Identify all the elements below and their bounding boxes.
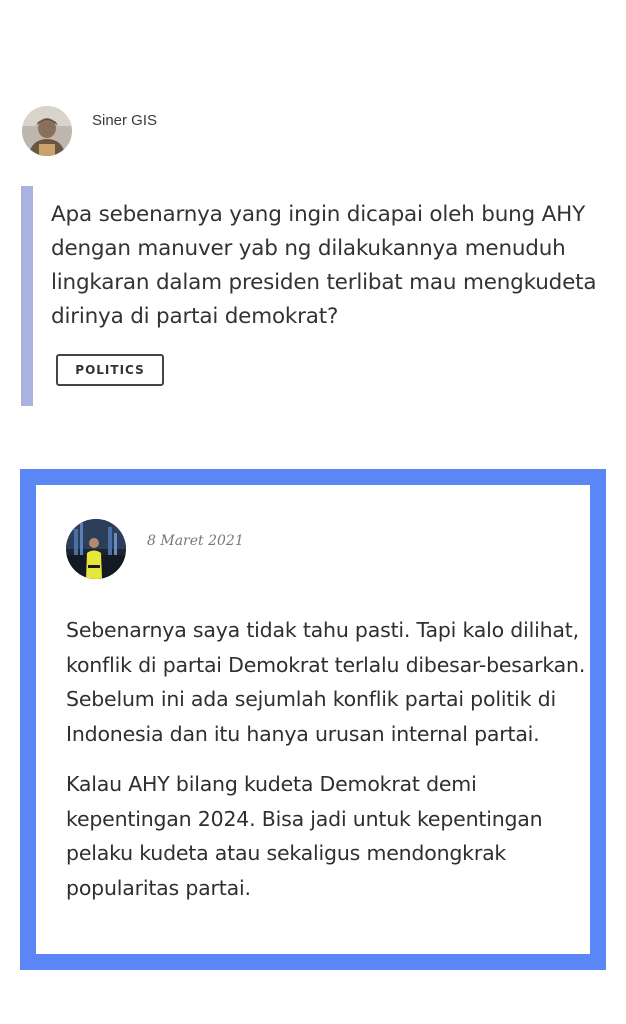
question-author: Siner GIS [22, 106, 157, 156]
answer-date: 8 Maret 2021 [147, 533, 244, 549]
answer-paragraph: Sebenarnya saya tidak tahu pasti. Tapi k… [66, 618, 586, 746]
answer-card: 8 Maret 2021 Sebenarnya saya tidak tahu … [20, 469, 606, 970]
answer-body: Sebenarnya saya tidak tahu pasti. Tapi k… [66, 613, 586, 921]
user-avatar-icon [22, 106, 72, 156]
question-block: Apa sebenarnya yang ingin dicapai oleh b… [21, 186, 611, 406]
question-accent-bar [21, 186, 33, 406]
answerer-avatar[interactable] [66, 519, 126, 579]
user-avatar-icon [66, 519, 126, 579]
author-name[interactable]: Siner GIS [92, 112, 157, 129]
answer-paragraph: Kalau AHY bilang kudeta Demokrat demi ke… [66, 772, 543, 900]
author-avatar[interactable] [22, 106, 72, 156]
question-text[interactable]: Apa sebenarnya yang ingin dicapai oleh b… [51, 198, 611, 334]
topic-tag[interactable]: POLITICS [56, 354, 164, 386]
